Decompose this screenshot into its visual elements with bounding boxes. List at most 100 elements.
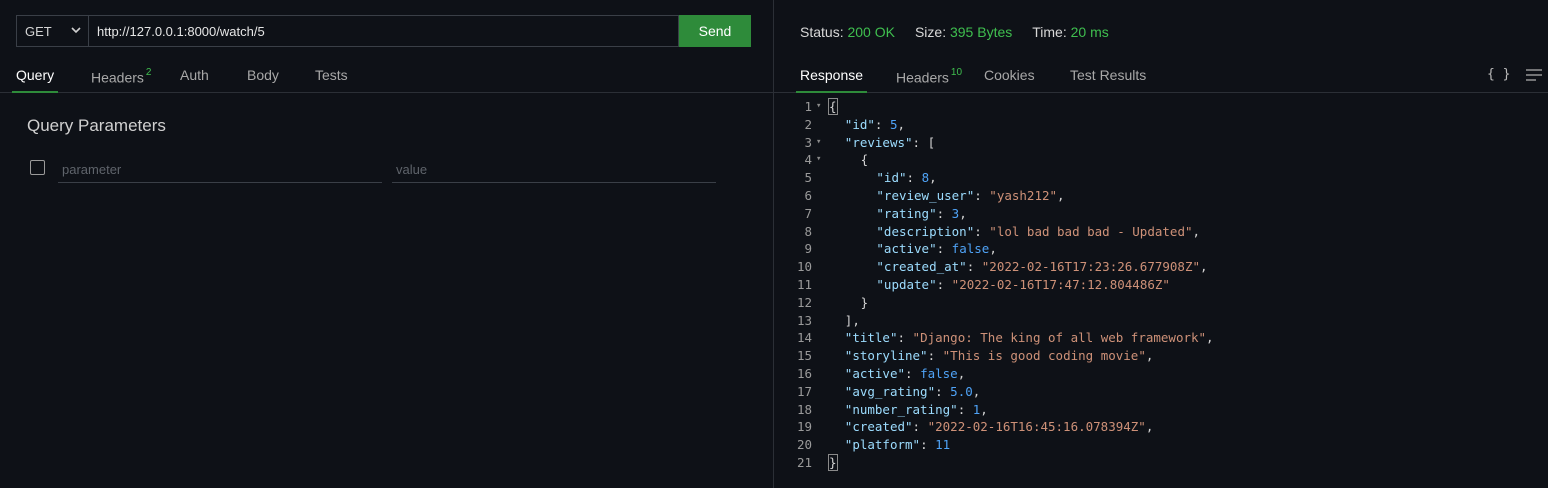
line-number: 2: [804, 116, 812, 132]
method-value: GET: [25, 23, 52, 39]
json-key: "review_user": [876, 187, 975, 203]
json-number: 8: [921, 170, 930, 186]
json-punctuation: :: [927, 348, 943, 364]
tab-label: Query: [16, 67, 55, 83]
status-label: Status:: [800, 24, 844, 40]
code-line: 9 "active": false,: [774, 240, 1548, 258]
code-text: "active": false,: [876, 240, 996, 258]
chevron-down-icon: [71, 27, 81, 34]
status-value: 200 OK: [847, 24, 895, 40]
line-number: 15: [796, 348, 812, 364]
line-number: 14: [796, 330, 812, 346]
line-number: 9: [804, 241, 812, 257]
menu-lines-icon[interactable]: [1526, 69, 1542, 81]
response-tabs: Response Headers 10 Cookies Test Results: [774, 58, 1548, 93]
json-punctuation: ,: [980, 401, 988, 417]
time-label: Time:: [1032, 24, 1067, 40]
headers-count-badge: 2: [145, 67, 152, 78]
line-number: 3: [804, 134, 812, 150]
fold-arrow-icon[interactable]: ▾: [816, 98, 821, 116]
tab-tests[interactable]: Tests: [315, 58, 348, 92]
json-key: "number_rating": [844, 401, 958, 417]
line-number: 7: [804, 205, 812, 221]
tab-headers[interactable]: Headers 2: [91, 58, 151, 92]
param-name-input[interactable]: [58, 156, 382, 183]
json-punctuation: :: [936, 205, 952, 221]
json-punctuation: :: [936, 276, 952, 292]
code-text: "active": false,: [845, 365, 965, 383]
fold-arrow-icon[interactable]: ▾: [816, 151, 821, 169]
json-punctuation: ,: [1057, 187, 1065, 203]
response-size: Size: 395 Bytes: [915, 24, 1012, 40]
fold-arrow-icon[interactable]: ▾: [816, 134, 821, 152]
json-punctuation: {: [860, 152, 869, 168]
tab-test-results[interactable]: Test Results: [1070, 58, 1146, 92]
json-key: "active": [876, 241, 937, 257]
code-line: 15 "storyline": "This is good coding movi…: [774, 347, 1548, 365]
json-key: "id": [844, 116, 875, 132]
code-text: "number_rating": 1,: [845, 401, 988, 419]
send-button[interactable]: Send: [679, 15, 751, 47]
json-string: "2022-02-16T17:23:26.677908Z": [981, 259, 1201, 275]
line-number: 11: [796, 276, 812, 292]
tab-response[interactable]: Response: [795, 58, 868, 93]
json-punctuation: ,: [989, 241, 997, 257]
tab-response-headers[interactable]: Headers 10: [896, 58, 962, 92]
json-punctuation: :: [974, 223, 990, 239]
json-punctuation: ,: [897, 116, 906, 132]
headers-count-badge: 10: [950, 67, 963, 78]
code-text: "storyline": "This is good coding movie"…: [845, 347, 1154, 365]
tab-label: Headers: [896, 69, 949, 86]
tab-auth[interactable]: Auth: [180, 58, 209, 92]
line-number: 1: [804, 99, 812, 114]
json-boolean: false: [951, 241, 990, 257]
param-value-input[interactable]: [392, 156, 716, 183]
json-key: "created": [844, 419, 913, 435]
code-text: "id": 8,: [876, 169, 936, 187]
tab-query[interactable]: Query: [11, 58, 59, 93]
status-bar: Status: 200 OK Size: 395 Bytes Time: 20 …: [800, 24, 1109, 40]
json-string: "yash212": [989, 187, 1058, 203]
time-value: 20 ms: [1070, 24, 1109, 40]
code-line: 19 "created": "2022-02-16T16:45:16.078394…: [774, 418, 1548, 436]
json-string: "lol bad bad bad - Updated": [989, 223, 1193, 239]
url-input[interactable]: [88, 15, 679, 47]
request-pane: GET Send Query Headers2 Auth Body Tests …: [0, 0, 773, 488]
tab-label: Response: [800, 67, 864, 83]
line-number: 5: [804, 170, 812, 186]
tab-label: Tests: [315, 67, 348, 83]
json-string: "2022-02-16T16:45:16.078394Z": [927, 419, 1146, 435]
tab-label: Test Results: [1070, 67, 1147, 83]
query-parameters-title: Query Parameters: [27, 116, 166, 135]
method-select[interactable]: GET: [16, 15, 88, 47]
tab-body[interactable]: Body: [247, 58, 279, 92]
json-boolean: false: [920, 365, 958, 381]
code-line: 13],: [774, 312, 1548, 330]
tab-cookies[interactable]: Cookies: [984, 58, 1035, 92]
code-text: "review_user": "yash212",: [876, 187, 1064, 205]
code-line: 17 "avg_rating": 5.0,: [774, 383, 1548, 401]
json-response-viewer[interactable]: 1 ▾{2 "id": 5, 3 ▾ "reviews": [4 ▾{5 "id": 8, 6 "…: [774, 98, 1548, 472]
tab-label: Headers: [91, 69, 144, 86]
code-line: 21}: [774, 453, 1548, 472]
code-line: 12}: [774, 294, 1548, 312]
line-number: 20: [796, 437, 812, 453]
json-punctuation: }: [828, 453, 838, 471]
json-punctuation: :: [906, 170, 922, 186]
json-key: "title": [844, 330, 898, 346]
code-line: 11 "update": "2022-02-16T17:47:12.804486Z…: [774, 276, 1548, 294]
param-enable-checkbox[interactable]: [30, 160, 45, 175]
code-text: }: [861, 294, 869, 312]
line-number: 13: [796, 312, 812, 328]
status-code: Status: 200 OK: [800, 24, 895, 40]
json-punctuation: ,: [1200, 259, 1208, 275]
format-json-icon[interactable]: { }: [1487, 67, 1510, 82]
json-punctuation: :: [905, 365, 921, 381]
line-number: 10: [796, 259, 812, 275]
json-key: "description": [876, 223, 975, 239]
code-line: 7 "rating": 3,: [774, 205, 1548, 223]
json-punctuation: ,: [1145, 348, 1154, 364]
request-tabs: Query Headers 2 Auth Body Tests: [0, 58, 773, 93]
code-text: "reviews": [: [845, 134, 935, 152]
json-punctuation: : [: [912, 134, 936, 150]
